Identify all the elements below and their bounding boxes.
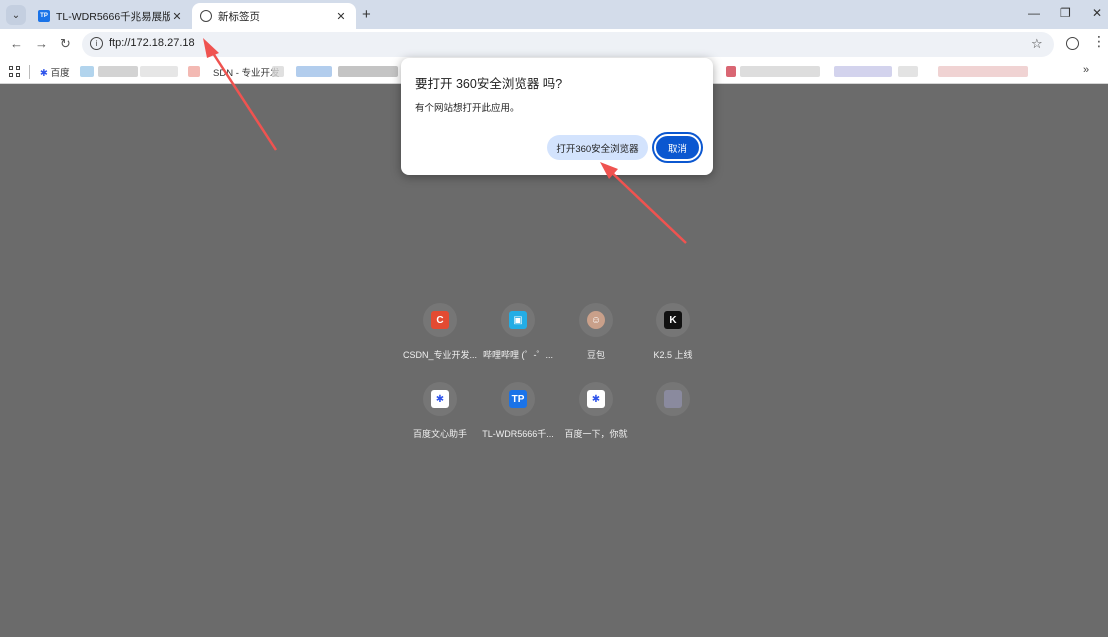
external-protocol-dialog: 要打开 360安全浏览器 吗? 有个网站想打开此应用。 打开360安全浏览器 取… (401, 58, 713, 175)
dialog-title: 要打开 360安全浏览器 吗? (415, 77, 563, 91)
close-window-icon[interactable]: ✕ (1092, 6, 1102, 20)
back-arrow-icon[interactable]: ← (10, 36, 23, 51)
bookmark-csdn[interactable]: SDN - 专业开发 (213, 65, 280, 79)
shortcut-tile[interactable]: ▣ 哔哩哔哩 (゜-゜... (479, 303, 557, 361)
blurred-bookmark[interactable] (140, 66, 178, 77)
shortcut-icon-circle: C (423, 303, 457, 337)
baidu-paw-icon: ✱ (587, 390, 605, 408)
shortcut-icon-circle: ✱ (423, 382, 457, 416)
close-tab-icon[interactable]: ✕ (170, 10, 184, 23)
shortcut-label: TL-WDR5666千... (482, 429, 554, 439)
cancel-button[interactable]: 取消 (654, 134, 701, 161)
baidu-paw-icon: ✱ (431, 390, 449, 408)
shortcut-tile[interactable]: ☺ 豆包 (557, 303, 635, 361)
forward-arrow-icon[interactable]: → (35, 36, 48, 51)
shortcut-icon-circle: ✱ (579, 382, 613, 416)
tab-tl-wdr5666[interactable]: TP TL-WDR5666千兆易展版 ✕ (30, 3, 192, 29)
baidu-paw-icon: ✱ (40, 68, 48, 79)
tp-link-icon: TP (509, 390, 527, 408)
reload-icon[interactable]: ↻ (60, 36, 71, 52)
open-app-button[interactable]: 打开360安全浏览器 (547, 135, 648, 160)
blurred-bookmark[interactable] (898, 66, 918, 77)
shortcut-icon-circle (656, 382, 690, 416)
blurred-bookmark[interactable] (834, 66, 892, 77)
shortcut-icon-circle: ☺ (579, 303, 613, 337)
blurred-bookmark[interactable] (272, 66, 284, 77)
toolbar: ← → ↻ i ftp://172.18.27.18 ☆ ⋮ (0, 29, 1108, 60)
shortcut-icon-circle: ▣ (501, 303, 535, 337)
blurred-bookmark[interactable] (338, 66, 398, 77)
shortcut-tile[interactable]: ✱ 百度一下，你就 (557, 382, 635, 440)
shortcut-label: 豆包 (586, 350, 605, 360)
address-bar[interactable]: i ftp://172.18.27.18 (82, 32, 1054, 57)
bookmarks-divider (29, 65, 30, 79)
minimize-icon[interactable]: — (1028, 6, 1040, 20)
site-info-icon[interactable]: i (90, 37, 103, 50)
shortcut-tile[interactable]: ✱ 百度文心助手 (401, 382, 479, 440)
apps-grid-icon[interactable] (9, 66, 20, 77)
tp-link-icon: TP (38, 10, 50, 22)
bookmark-baidu[interactable]: ✱ 百度 (40, 65, 70, 79)
blurred-bookmark-icon (726, 66, 736, 77)
close-tab-icon[interactable]: ✕ (334, 10, 348, 23)
tab-title: TL-WDR5666千兆易展版 (56, 10, 170, 23)
more-bookmarks-chevron-icon[interactable]: » (1083, 64, 1089, 76)
bookmark-label: 百度 (50, 68, 70, 79)
shortcut-label: CSDN_专业开发... (402, 350, 477, 360)
globe-icon (200, 10, 212, 22)
blurred-bookmark-icon (188, 66, 200, 77)
blurred-bookmark[interactable] (938, 66, 1028, 77)
blurred-bookmark[interactable] (98, 66, 138, 77)
shortcut-tile[interactable]: K K2.5 上线 (634, 303, 712, 361)
profile-avatar-icon[interactable] (1066, 37, 1079, 50)
menu-kebab-icon[interactable]: ⋮ (1092, 34, 1106, 48)
bookmark-star-icon[interactable]: ☆ (1031, 36, 1043, 52)
shortcut-tile[interactable]: TP TL-WDR5666千... (479, 382, 557, 440)
shortcut-icon-circle: TP (501, 382, 535, 416)
blurred-bookmark[interactable] (740, 66, 820, 77)
shortcut-label: 哔哩哔哩 (゜-゜... (483, 350, 553, 360)
restore-icon[interactable]: ❐ (1060, 6, 1071, 20)
kimi-icon: K (664, 311, 682, 329)
tab-strip: ⌄ TP TL-WDR5666千兆易展版 ✕ 新标签页 ✕ + — ❐ ✕ (0, 0, 1108, 29)
blurred-bookmark[interactable] (80, 66, 94, 77)
shortcut-label: 百度文心助手 (412, 429, 467, 439)
tab-new-tab[interactable]: 新标签页 ✕ (192, 3, 356, 29)
shortcut-tile[interactable] (634, 382, 712, 427)
shortcut-tile[interactable]: C CSDN_专业开发... (401, 303, 479, 361)
address-url[interactable]: ftp://172.18.27.18 (109, 37, 195, 49)
csdn-icon: C (431, 311, 449, 329)
new-tab-plus-icon[interactable]: + (362, 6, 371, 23)
blurred-icon (664, 390, 682, 408)
doubao-icon: ☺ (587, 311, 605, 329)
blurred-bookmark[interactable] (296, 66, 332, 77)
shortcut-label: 百度一下，你就 (564, 429, 628, 439)
dialog-message: 有个网站想打开此应用。 (415, 103, 520, 114)
shortcut-label: K2.5 上线 (653, 350, 693, 360)
tab-title: 新标签页 (218, 10, 260, 23)
shortcut-icon-circle: K (656, 303, 690, 337)
tab-search-chevron-icon[interactable]: ⌄ (6, 5, 26, 25)
bilibili-icon: ▣ (509, 311, 527, 329)
